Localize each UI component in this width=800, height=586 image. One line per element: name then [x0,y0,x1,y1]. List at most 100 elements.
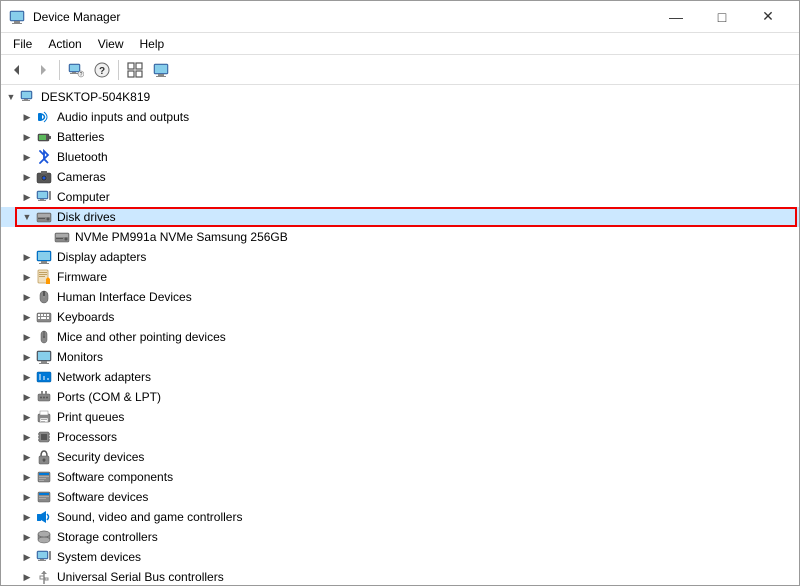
software-devices-label: Software devices [57,490,148,504]
ports-expander[interactable]: ▶ [19,387,35,407]
toggle-icon [127,62,143,78]
firmware-expander[interactable]: ▶ [19,267,35,287]
tree-item-processors[interactable]: ▶ Processors [1,427,799,447]
mice-expander[interactable]: ▶ [19,327,35,347]
system-expander[interactable]: ▶ [19,547,35,567]
usb-icon [35,568,53,585]
back-icon [9,62,25,78]
monitors-expander[interactable]: ▶ [19,347,35,367]
monitor-button[interactable] [149,58,173,82]
properties-icon: ? [68,62,84,78]
software-devices-expander[interactable]: ▶ [19,487,35,507]
system-label: System devices [57,550,141,564]
help-icon: ? [94,62,110,78]
root-expander[interactable]: ▼ [3,87,19,107]
maximize-button[interactable]: □ [699,1,745,33]
tree-item-software-components[interactable]: ▶ Software components [1,467,799,487]
menu-help[interactable]: Help [132,35,173,53]
print-icon [35,408,53,426]
sound-expander[interactable]: ▶ [19,507,35,527]
title-bar: Device Manager — □ ✕ [1,1,799,33]
tree-item-monitors[interactable]: ▶ Monitors [1,347,799,367]
tree-item-keyboards[interactable]: ▶ Keyboards [1,307,799,327]
properties-button[interactable]: ? [64,58,88,82]
back-button[interactable] [5,58,29,82]
firmware-label: Firmware [57,270,107,284]
disk-drives-expander[interactable]: ▼ [19,207,35,227]
usb-label: Universal Serial Bus controllers [57,570,224,584]
hid-icon [35,288,53,306]
software-components-expander[interactable]: ▶ [19,467,35,487]
title-bar-controls: — □ ✕ [653,1,791,33]
tree-root[interactable]: ▼ DESKTOP-504K819 [1,87,799,107]
processors-label: Processors [57,430,117,444]
disk-drives-icon [35,208,53,226]
title-bar-left: Device Manager [9,9,120,25]
processors-expander[interactable]: ▶ [19,427,35,447]
menu-bar: File Action View Help [1,33,799,55]
tree-item-display[interactable]: ▶ Display adapters [1,247,799,267]
tree-item-nvme[interactable]: NVMe PM991a NVMe Samsung 256GB [1,227,799,247]
toggle-view-button[interactable] [123,58,147,82]
tree-item-audio[interactable]: ▶ Audio inputs and outputs [1,107,799,127]
software-components-label: Software components [57,470,173,484]
keyboards-expander[interactable]: ▶ [19,307,35,327]
security-label: Security devices [57,450,144,464]
tree-item-system[interactable]: ▶ System devices [1,547,799,567]
print-expander[interactable]: ▶ [19,407,35,427]
keyboards-label: Keyboards [57,310,114,324]
batteries-expander[interactable]: ▶ [19,127,35,147]
bluetooth-icon [35,148,53,166]
storage-expander[interactable]: ▶ [19,527,35,547]
tree-item-firmware[interactable]: ▶ Firmware [1,267,799,287]
tree-item-print[interactable]: ▶ Print queues [1,407,799,427]
monitor-icon [153,62,169,78]
network-icon [35,368,53,386]
bluetooth-expander[interactable]: ▶ [19,147,35,167]
tree-item-sound[interactable]: ▶ Sound, video and game controllers [1,507,799,527]
tree-item-security[interactable]: ▶ Security devices [1,447,799,467]
toolbar-separator-1 [59,60,60,80]
cameras-icon [35,168,53,186]
minimize-button[interactable]: — [653,1,699,33]
tree-item-storage[interactable]: ▶ Storage controllers [1,527,799,547]
menu-file[interactable]: File [5,35,40,53]
tree-item-hid[interactable]: ▶ Human Interface Devices [1,287,799,307]
cameras-expander[interactable]: ▶ [19,167,35,187]
help-button[interactable]: ? [90,58,114,82]
tree-item-ports[interactable]: ▶ Ports (COM & LPT) [1,387,799,407]
hid-expander[interactable]: ▶ [19,287,35,307]
tree-item-bluetooth[interactable]: ▶ Bluetooth [1,147,799,167]
tree-item-mice[interactable]: ▶ Mice and other pointing devices [1,327,799,347]
nvme-label: NVMe PM991a NVMe Samsung 256GB [75,230,288,244]
disk-drives-label: Disk drives [57,210,116,224]
display-expander[interactable]: ▶ [19,247,35,267]
tree-item-usb[interactable]: ▶ Universal Serial Bus controllers [1,567,799,585]
forward-button[interactable] [31,58,55,82]
system-icon [35,548,53,566]
display-label: Display adapters [57,250,146,264]
forward-icon [35,62,51,78]
monitors-icon [35,348,53,366]
tree-item-computer[interactable]: ▶ Computer [1,187,799,207]
toolbar: ? ? [1,55,799,85]
tree-item-software-devices[interactable]: ▶ Software devices [1,487,799,507]
usb-expander[interactable]: ▶ [19,567,35,585]
window-title: Device Manager [33,10,120,24]
menu-action[interactable]: Action [40,35,89,53]
device-tree[interactable]: ▼ DESKTOP-504K819 ▶ Audio [1,85,799,585]
network-label: Network adapters [57,370,151,384]
tree-item-cameras[interactable]: ▶ Cameras [1,167,799,187]
tree-item-batteries[interactable]: ▶ Batteries [1,127,799,147]
close-button[interactable]: ✕ [745,1,791,33]
security-expander[interactable]: ▶ [19,447,35,467]
audio-expander[interactable]: ▶ [19,107,35,127]
audio-label: Audio inputs and outputs [57,110,189,124]
sound-label: Sound, video and game controllers [57,510,242,524]
tree-item-disk-drives[interactable]: ▼ Disk drives [1,207,799,227]
tree-item-network[interactable]: ▶ Network adapters [1,367,799,387]
network-expander[interactable]: ▶ [19,367,35,387]
svg-text:?: ? [80,72,83,78]
menu-view[interactable]: View [90,35,132,53]
computer-expander[interactable]: ▶ [19,187,35,207]
